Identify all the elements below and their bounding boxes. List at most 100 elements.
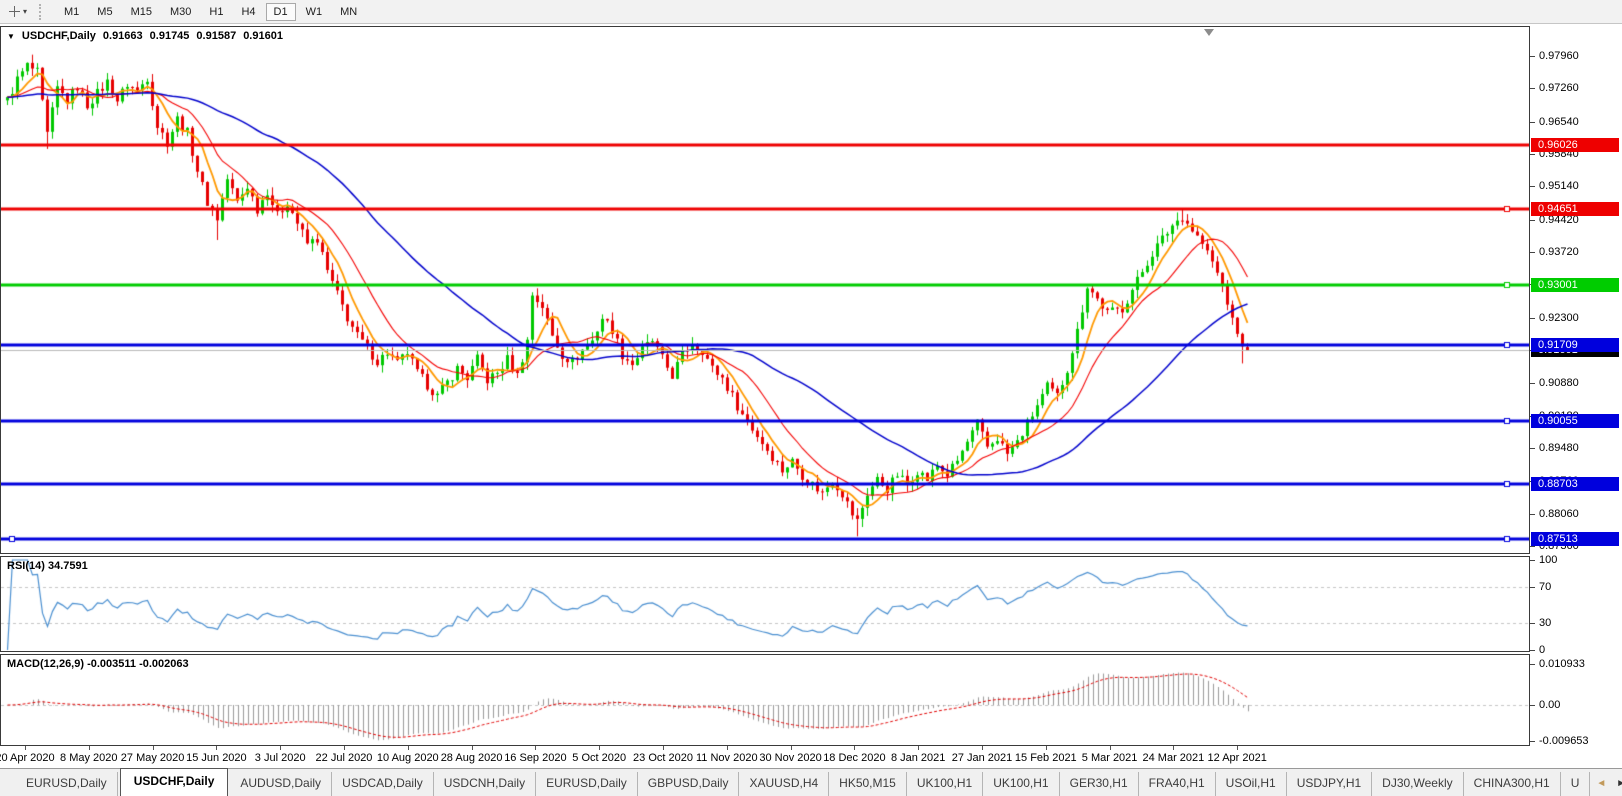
rsi-axis-tick: 0	[1530, 644, 1545, 656]
date-tick	[727, 746, 728, 750]
ohlc-close: 0.91601	[243, 30, 283, 42]
tab-usdjpy-h1[interactable]: USDJPY,H1	[1287, 772, 1372, 796]
date-tick	[472, 746, 473, 750]
date-tick	[535, 746, 536, 750]
macd-pane: MACD(12,26,9) -0.003511 -0.002063	[0, 654, 1530, 746]
price-level-label: 0.96026	[1531, 138, 1619, 152]
macd-axis-tick: 0.00	[1530, 699, 1560, 711]
price-tick: 0.90880	[1530, 377, 1579, 389]
tab-ger30-h1[interactable]: GER30,H1	[1060, 772, 1139, 796]
timeframe-button-m15[interactable]: M15	[123, 3, 160, 21]
timeframe-button-m5[interactable]: M5	[89, 3, 120, 21]
cursor-tool-button[interactable]: ▾	[5, 4, 31, 19]
tab-hk50-m15[interactable]: HK50,M15	[829, 772, 907, 796]
date-tick	[1046, 746, 1047, 750]
tab-usdcnh-daily[interactable]: USDCNH,Daily	[434, 772, 536, 796]
price-level-label: 0.93001	[1531, 278, 1619, 292]
tab-dj30-weekly[interactable]: DJ30,Weekly	[1372, 772, 1463, 796]
date-axis[interactable]: 20 Apr 20208 May 202027 May 202015 Jun 2…	[0, 746, 1530, 768]
rsi-label: RSI(14) 34.7591	[7, 560, 88, 572]
chart-window: ▼ USDCHF,Daily 0.91663 0.91745 0.91587 0…	[0, 24, 1622, 768]
tab-uk100-h1[interactable]: UK100,H1	[907, 772, 983, 796]
price-level-label: 0.90055	[1531, 414, 1619, 428]
date-tick	[1237, 746, 1238, 750]
tab-usoil-h1[interactable]: USOil,H1	[1216, 772, 1287, 796]
price-tick: 0.92300	[1530, 312, 1579, 324]
tab-uk100-h1[interactable]: UK100,H1	[983, 772, 1059, 796]
timeframe-button-m1[interactable]: M1	[56, 3, 87, 21]
timeframe-button-d1[interactable]: D1	[266, 3, 296, 21]
ohlc-open: 0.91663	[103, 30, 143, 42]
tab-scroll-left-icon[interactable]: ◄	[1596, 778, 1606, 789]
tab-china300-h1[interactable]: CHINA300,H1	[1464, 772, 1561, 796]
chart-symbol: USDCHF,Daily	[22, 30, 96, 42]
price-tick: 0.95140	[1530, 180, 1579, 192]
price-tick: 0.89480	[1530, 442, 1579, 454]
price-level-label: 0.94651	[1531, 202, 1619, 216]
macd-label: MACD(12,26,9) -0.003511 -0.002063	[7, 658, 189, 670]
tab-fra40-h1[interactable]: FRA40,H1	[1139, 772, 1216, 796]
tab-eurusd-daily[interactable]: EURUSD,Daily	[16, 772, 118, 796]
tab-audusd-daily[interactable]: AUDUSD,Daily	[230, 772, 332, 796]
date-label: 12 Apr 2021	[1189, 752, 1285, 764]
main-chart-canvas[interactable]	[1, 27, 1529, 553]
tab-scroll-arrows: ◄ ►	[1590, 778, 1622, 796]
tab-scroll-right-icon[interactable]: ►	[1616, 778, 1622, 789]
collapse-triangle-icon[interactable]: ▼	[7, 32, 15, 41]
price-level-label: 0.87513	[1531, 532, 1619, 546]
macd-canvas[interactable]	[1, 655, 1529, 745]
date-tick	[1110, 746, 1111, 750]
price-tick: 0.97960	[1530, 50, 1579, 62]
rsi-axis-tick: 30	[1530, 617, 1551, 629]
chart-title: ▼ USDCHF,Daily 0.91663 0.91745 0.91587 0…	[7, 30, 283, 42]
price-level-label: 0.91709	[1531, 338, 1619, 352]
timeframe-buttons: M1M5M15M30H1H4D1W1MN	[55, 3, 366, 21]
tab-bar: EURUSD,DailyUSDCHF,DailyAUDUSD,DailyUSDC…	[0, 768, 1622, 796]
date-tick	[982, 746, 983, 750]
macd-axis-tick: -0.009653	[1530, 735, 1589, 747]
price-level-label: 0.88703	[1531, 477, 1619, 491]
chevron-down-icon: ▾	[23, 8, 27, 16]
chart-shift-marker-icon	[1204, 29, 1214, 36]
crosshair-icon	[9, 6, 20, 17]
date-tick	[25, 746, 26, 750]
tab-usdcad-daily[interactable]: USDCAD,Daily	[332, 772, 434, 796]
date-tick	[89, 746, 90, 750]
price-tick: 0.97260	[1530, 82, 1579, 94]
tab-eurusd-daily[interactable]: EURUSD,Daily	[536, 772, 638, 796]
date-tick	[153, 746, 154, 750]
ohlc-low: 0.91587	[196, 30, 236, 42]
timeframe-button-h4[interactable]: H4	[233, 3, 263, 21]
tab-usdchf-daily[interactable]: USDCHF,Daily	[120, 768, 229, 796]
price-axis[interactable]: 0.979600.972600.965400.958400.951400.944…	[1530, 24, 1622, 768]
timeframe-button-mn[interactable]: MN	[332, 3, 365, 21]
date-tick	[918, 746, 919, 750]
date-tick	[1173, 746, 1174, 750]
price-tick: 0.93720	[1530, 246, 1579, 258]
tab-u[interactable]: U	[1561, 772, 1591, 796]
tab-xauusd-h4[interactable]: XAUUSD,H4	[739, 772, 829, 796]
price-tick: 0.96540	[1530, 116, 1579, 128]
main-chart-pane: ▼ USDCHF,Daily 0.91663 0.91745 0.91587 0…	[0, 26, 1530, 554]
macd-axis-tick: 0.010933	[1530, 658, 1585, 670]
date-tick	[663, 746, 664, 750]
tab-gbpusd-daily[interactable]: GBPUSD,Daily	[638, 772, 740, 796]
timeframe-button-w1[interactable]: W1	[298, 3, 331, 21]
date-tick	[344, 746, 345, 750]
date-tick	[854, 746, 855, 750]
timeframe-button-m30[interactable]: M30	[162, 3, 199, 21]
rsi-axis-tick: 70	[1530, 581, 1551, 593]
timeframe-toolbar: ▾ M1M5M15M30H1H4D1W1MN	[0, 0, 1622, 24]
date-tick	[216, 746, 217, 750]
ohlc-high: 0.91745	[150, 30, 190, 42]
date-tick	[408, 746, 409, 750]
date-tick	[599, 746, 600, 750]
rsi-axis-tick: 100	[1530, 554, 1557, 566]
rsi-canvas[interactable]	[1, 557, 1529, 651]
date-tick	[791, 746, 792, 750]
price-tick: 0.88060	[1530, 508, 1579, 520]
timeframe-button-h1[interactable]: H1	[201, 3, 231, 21]
toolbar-grip	[39, 4, 45, 20]
date-tick	[280, 746, 281, 750]
rsi-pane: RSI(14) 34.7591	[0, 556, 1530, 652]
